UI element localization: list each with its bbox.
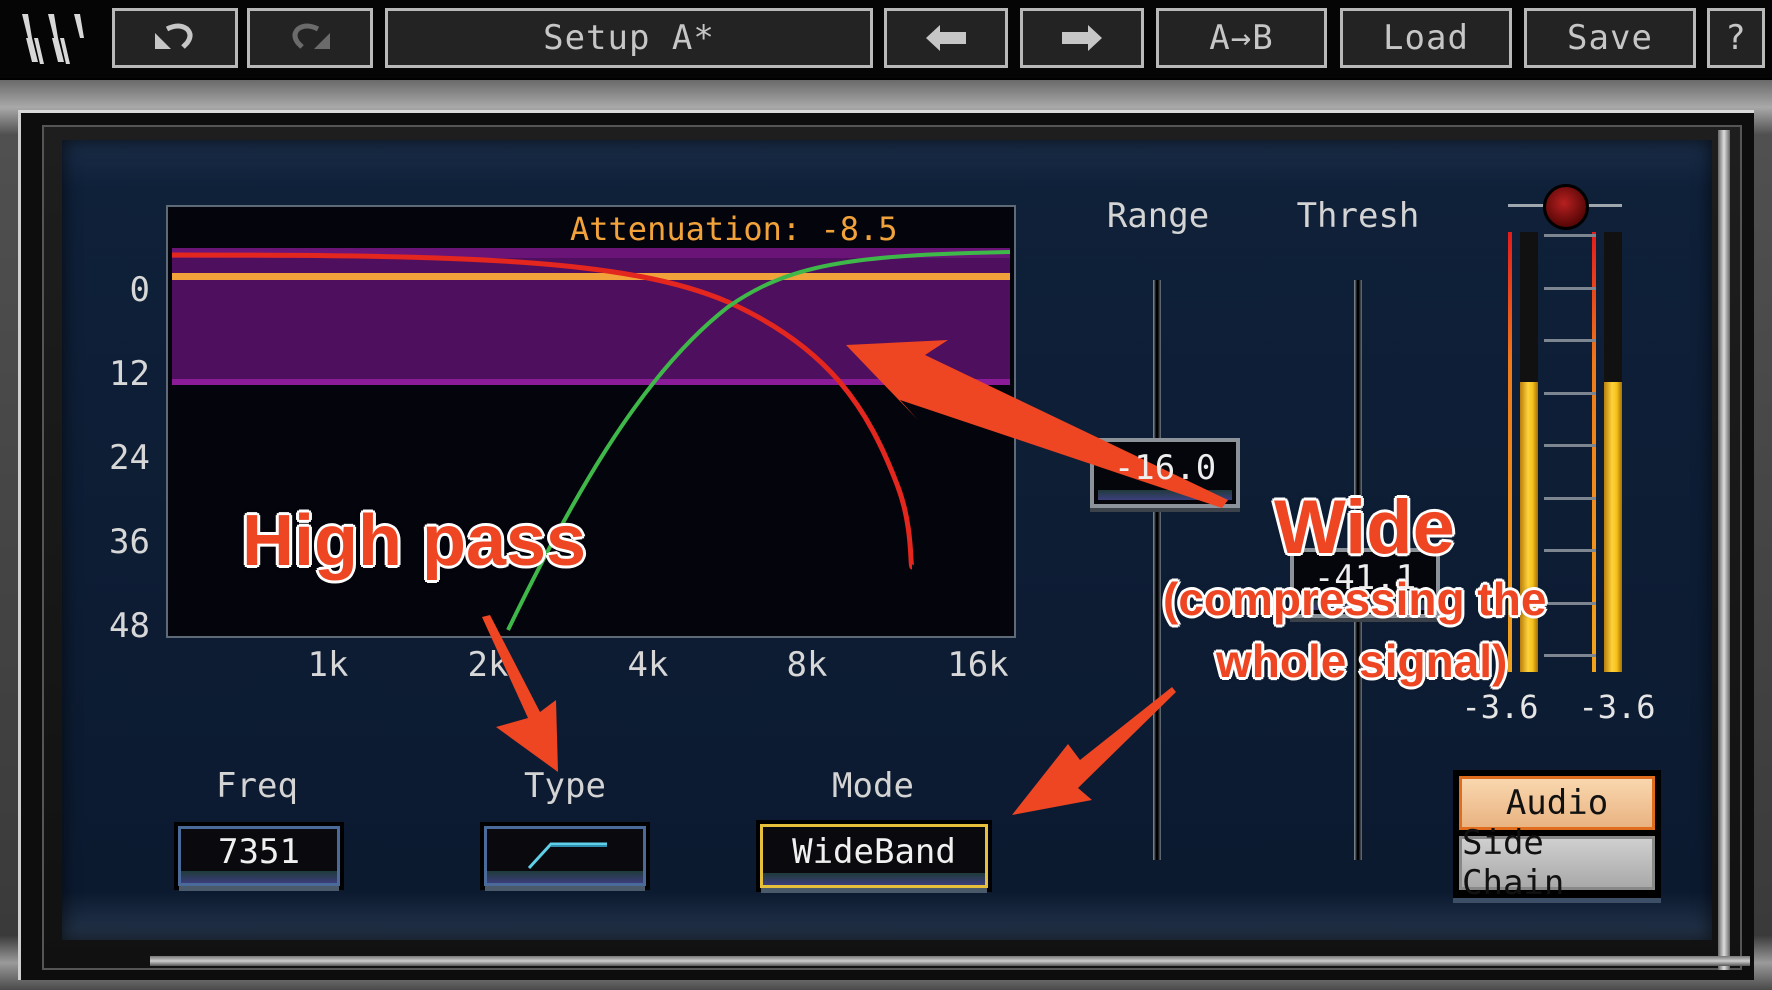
right-meter-fill: [1604, 381, 1622, 672]
meter-scale-tick: [1544, 549, 1596, 552]
x-tick-4k: 4k: [627, 645, 669, 685]
arrow-left-icon: [926, 25, 966, 51]
next-preset-button[interactable]: [1020, 8, 1144, 68]
frame-rail-bottom: [150, 956, 1750, 966]
save-button[interactable]: Save: [1524, 8, 1696, 68]
range-value: -16.0: [1113, 448, 1217, 488]
type-label: Type: [524, 766, 606, 806]
mode-label: Mode: [832, 766, 914, 806]
right-gain-reduction-meter: [1592, 232, 1596, 672]
load-button[interactable]: Load: [1340, 8, 1512, 68]
left-meter-value: -3.6: [1461, 688, 1539, 726]
setup-label: Setup A*: [543, 18, 715, 58]
toolbar: Setup A* A→B Load Save ?: [0, 0, 1772, 78]
meter-scale-tick: [1544, 654, 1596, 657]
attenuation-readout: Attenuation: -8.5: [570, 210, 898, 248]
help-button[interactable]: ?: [1707, 8, 1765, 68]
meter-scale-tick: [1544, 391, 1596, 395]
x-tick-16k: 16k: [947, 645, 1009, 685]
range-slider-thumb[interactable]: -16.0: [1090, 438, 1240, 508]
y-tick-24: 24: [109, 438, 150, 478]
copy-a-to-b-button[interactable]: A→B: [1156, 8, 1327, 68]
meter-scale-tick: [1544, 444, 1596, 447]
setup-preset-button[interactable]: Setup A*: [385, 8, 873, 68]
meter-scale-tick: [1544, 234, 1596, 237]
sidechain-label: Side Chain: [1462, 823, 1565, 903]
redo-icon: [292, 23, 330, 49]
freq-label: Freq: [216, 766, 298, 806]
y-tick-48: 48: [109, 606, 150, 646]
freq-value: 7351: [218, 832, 300, 872]
threshold-line: [172, 273, 1010, 280]
high-pass-filter-icon: [527, 842, 607, 870]
load-label: Load: [1383, 18, 1469, 58]
help-label: ?: [1725, 18, 1747, 58]
x-tick-8k: 8k: [786, 645, 828, 685]
audio-label: Audio: [1505, 783, 1609, 823]
y-tick-0: 0: [129, 270, 150, 310]
right-meter-value: -3.6: [1578, 688, 1656, 726]
filter-type-selector[interactable]: [484, 826, 646, 886]
meter-scale-tick: [1544, 496, 1596, 500]
y-tick-36: 36: [109, 522, 150, 562]
annotation-wide-line2: whole signal): [1216, 635, 1508, 687]
frame-rail-right: [1718, 130, 1730, 970]
sidechain-source-button[interactable]: Side Chain: [1459, 823, 1655, 903]
band-bottom-edge: [172, 379, 1010, 385]
x-tick-1k: 1k: [307, 645, 349, 685]
right-output-meter: [1604, 232, 1622, 672]
clip-led-indicator[interactable]: [1543, 184, 1589, 230]
save-label: Save: [1567, 18, 1653, 58]
meter-scale-tick: [1544, 286, 1596, 290]
thresh-label: Thresh: [1296, 196, 1420, 236]
mode-selector[interactable]: WideBand: [760, 824, 988, 888]
annotation-high-pass: High pass: [242, 501, 587, 581]
detector-source-group: Audio Side Chain: [1453, 770, 1661, 903]
undo-icon: [155, 23, 193, 49]
meter-scale-tick: [1544, 601, 1596, 605]
copy-a-to-b-label: A→B: [1209, 18, 1274, 58]
waves-logo-icon: [18, 10, 90, 66]
redo-button[interactable]: [247, 8, 373, 68]
y-tick-12: 12: [109, 354, 150, 394]
range-slider-track[interactable]: [1153, 280, 1161, 860]
freq-field[interactable]: 7351: [178, 826, 340, 886]
audio-source-button[interactable]: Audio: [1459, 776, 1655, 830]
undo-button[interactable]: [112, 8, 238, 68]
thresh-value: -41.1: [1313, 558, 1417, 598]
mode-value: WideBand: [792, 832, 956, 872]
arrow-right-icon: [1062, 25, 1102, 51]
left-meter-fill: [1520, 381, 1538, 672]
previous-preset-button[interactable]: [884, 8, 1008, 68]
x-tick-2k: 2k: [467, 645, 509, 685]
meter-scale-tick: [1544, 339, 1596, 342]
range-label: Range: [1106, 196, 1210, 236]
